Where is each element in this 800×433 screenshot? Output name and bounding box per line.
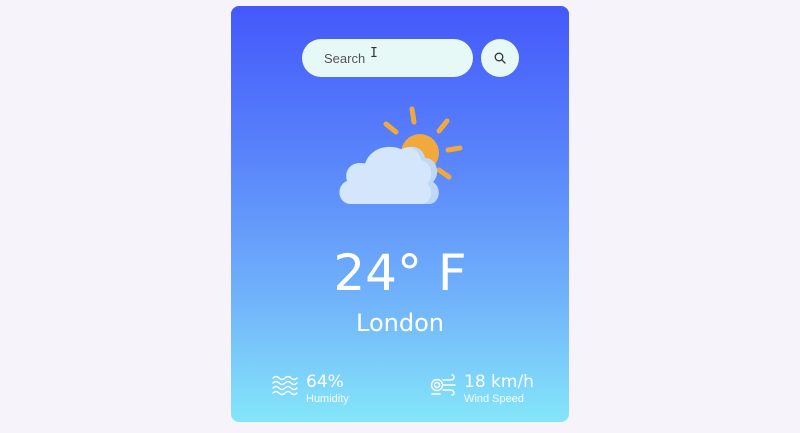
search-bar: I bbox=[302, 39, 519, 77]
city-name: London bbox=[356, 309, 444, 337]
cloud-icon bbox=[339, 146, 439, 204]
waves-icon bbox=[272, 375, 298, 396]
weather-card: I bbox=[231, 6, 569, 422]
wind-icon bbox=[430, 374, 456, 396]
search-button[interactable] bbox=[481, 39, 519, 77]
temperature: 24° F bbox=[333, 244, 467, 302]
search-input[interactable] bbox=[302, 39, 473, 77]
humidity-value: 64% bbox=[306, 372, 344, 392]
wind-speed-label: Wind Speed bbox=[464, 393, 524, 405]
search-icon bbox=[494, 52, 506, 64]
wind-stat: 18 km/h Wind Speed bbox=[430, 371, 534, 405]
humidity-stat: 64% Humidity bbox=[272, 371, 349, 405]
humidity-label: Humidity bbox=[306, 393, 349, 405]
search-input-wrapper: I bbox=[302, 39, 473, 77]
wind-speed-value: 18 km/h bbox=[464, 372, 534, 392]
partly-cloudy-sun-icon bbox=[339, 106, 463, 204]
page: I bbox=[0, 0, 800, 433]
